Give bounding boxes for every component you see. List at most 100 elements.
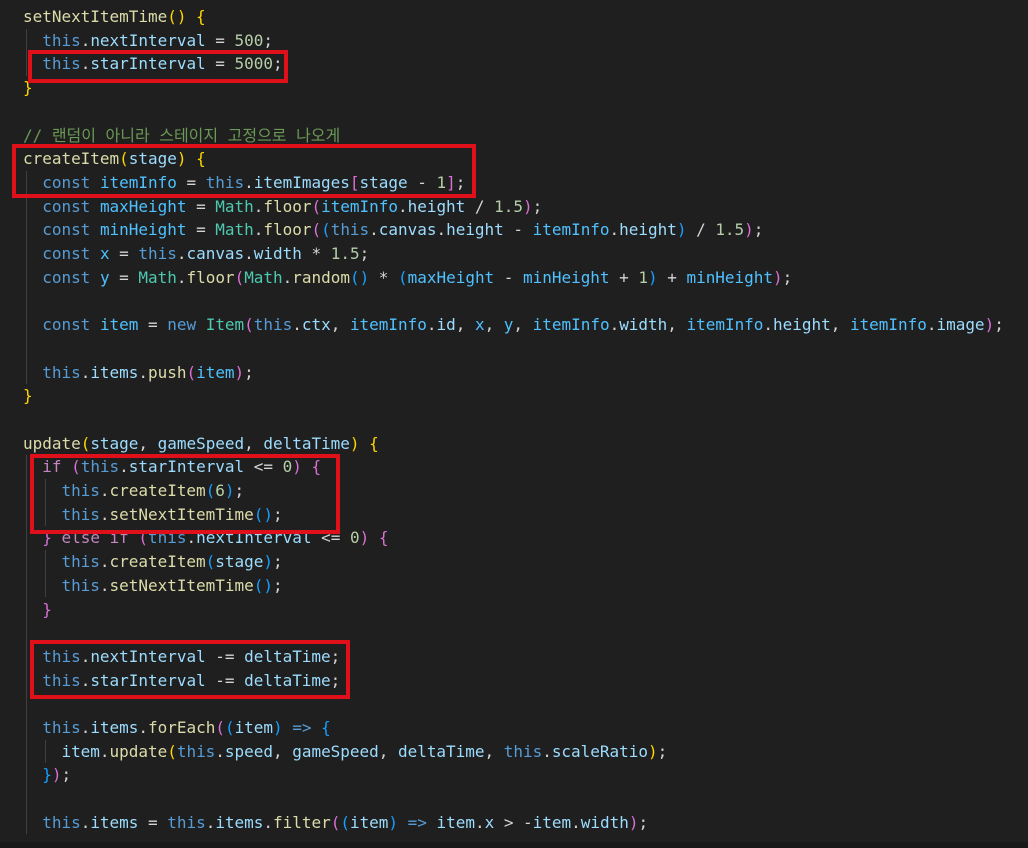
code-token: items <box>90 812 139 832</box>
code-token: maxHeight <box>99 196 187 216</box>
code-line[interactable]: this.setNextItemTime(); <box>23 503 283 527</box>
code-token: deltaTime <box>263 433 350 453</box>
code-token: createItem <box>23 149 120 169</box>
code-token: - <box>503 220 533 240</box>
code-line[interactable]: } <box>23 598 52 622</box>
code-line[interactable]: } else if (this.nextInterval <= 0) { <box>23 526 388 550</box>
code-line[interactable]: createItem(stage) { <box>23 147 206 171</box>
code-token: image <box>936 315 985 335</box>
code-token: ) <box>744 220 754 240</box>
code-token: this <box>42 718 81 737</box>
code-token: , <box>273 741 293 761</box>
code-token: , <box>378 741 398 761</box>
code-line[interactable]: this.createItem(stage); <box>23 550 282 574</box>
code-token: setNextItemTime <box>109 575 254 595</box>
code-line[interactable]: this.nextInterval -= deltaTime; <box>23 645 340 669</box>
code-token: . <box>244 172 254 192</box>
code-token: . <box>609 315 620 335</box>
code-token: { <box>196 149 206 169</box>
code-token: item <box>349 812 389 832</box>
code-token: . <box>397 196 408 216</box>
code-line[interactable]: const maxHeight = Math.floor(itemInfo.he… <box>23 195 542 219</box>
code-line[interactable]: this.items = this.items.filter((item) =>… <box>23 811 648 835</box>
code-token: ( <box>311 220 322 240</box>
code-token: itemInfo <box>321 196 398 216</box>
code-token: . <box>99 481 110 500</box>
code-editor[interactable]: setNextItemTime() { this.nextInterval = … <box>0 0 1028 848</box>
code-token: ( <box>119 149 129 169</box>
code-line[interactable]: this.starInterval = 5000; <box>23 52 283 76</box>
code-line[interactable]: this.createItem(6); <box>23 479 244 503</box>
code-token: if <box>109 528 129 548</box>
code-token: id <box>436 315 456 335</box>
code-token: ( <box>186 362 197 382</box>
code-token: minHeight <box>99 220 187 240</box>
code-token: this <box>42 54 81 74</box>
code-token: y <box>503 315 514 335</box>
code-line[interactable]: const x = this.canvas.width * 1.5; <box>23 242 369 266</box>
code-line[interactable]: this.starInterval -= deltaTime; <box>23 669 340 693</box>
code-token: . <box>292 315 302 335</box>
code-token: itemInfo <box>349 315 427 335</box>
code-token: ( <box>340 812 350 832</box>
code-token: createItem <box>109 552 206 572</box>
code-token: setNextItemTime <box>23 7 168 26</box>
code-line[interactable]: // 랜덤이 아니라 스테이지 고정으로 나오게 <box>23 124 340 148</box>
code-line[interactable]: item.update(this.speed, gameSpeed, delta… <box>23 740 667 764</box>
code-token: starInterval <box>90 670 206 690</box>
code-token: ) <box>234 362 245 382</box>
code-token: this <box>42 30 81 50</box>
code-line[interactable]: }); <box>23 763 71 787</box>
code-token: ; <box>272 54 283 74</box>
code-token: = <box>186 220 216 240</box>
code-token: . <box>119 457 129 477</box>
code-token: , <box>330 315 350 335</box>
code-token: = <box>138 812 168 832</box>
code-token: ; <box>272 504 283 524</box>
code-line[interactable]: update(stage, gameSpeed, deltaTime) { <box>23 432 379 456</box>
code-token: ; <box>234 481 245 500</box>
code-token: () <box>167 7 197 26</box>
code-line[interactable]: this.nextInterval = 500; <box>23 29 273 53</box>
code-token: const <box>42 267 91 287</box>
code-token: ; <box>532 196 543 216</box>
code-token: nextInterval <box>90 30 206 50</box>
code-token: stage <box>128 149 177 169</box>
code-line[interactable]: setNextItemTime() { <box>23 5 206 29</box>
code-token: speed <box>224 741 273 761</box>
code-line[interactable]: if (this.starInterval <= 0) { <box>23 455 321 479</box>
code-token: createItem <box>109 481 206 500</box>
code-token: Item <box>205 315 245 335</box>
code-line[interactable]: this.setNextItemTime(); <box>23 574 282 598</box>
code-line[interactable]: } <box>23 384 33 408</box>
code-line[interactable]: const minHeight = Math.floor((this.canva… <box>23 218 763 242</box>
code-token: this <box>42 646 81 666</box>
code-line[interactable]: } <box>23 76 33 100</box>
code-token: ] <box>446 172 456 192</box>
code-token: . <box>436 220 447 240</box>
code-token: this <box>42 362 81 382</box>
code-token: Math <box>244 267 283 287</box>
code-line[interactable]: const y = Math.floor(Math.random() * (ma… <box>23 266 792 290</box>
code-line[interactable]: this.items.push(item); <box>23 361 254 385</box>
code-token: / <box>465 196 495 216</box>
code-line[interactable]: const item = new Item(this.ctx, itemInfo… <box>23 313 1004 337</box>
code-token: deltaTime <box>244 670 331 690</box>
code-token: { <box>321 718 331 737</box>
code-token: { <box>369 433 379 453</box>
code-token: 1.5 <box>330 244 360 263</box>
code-token: width <box>253 244 302 263</box>
code-line[interactable]: const itemInfo = this.itemImages[stage -… <box>23 171 465 195</box>
code-token: -= <box>205 670 245 690</box>
code-token: + <box>657 267 687 287</box>
code-token: ( <box>138 528 149 548</box>
code-line[interactable]: this.items.forEach((item) => { <box>23 716 331 740</box>
